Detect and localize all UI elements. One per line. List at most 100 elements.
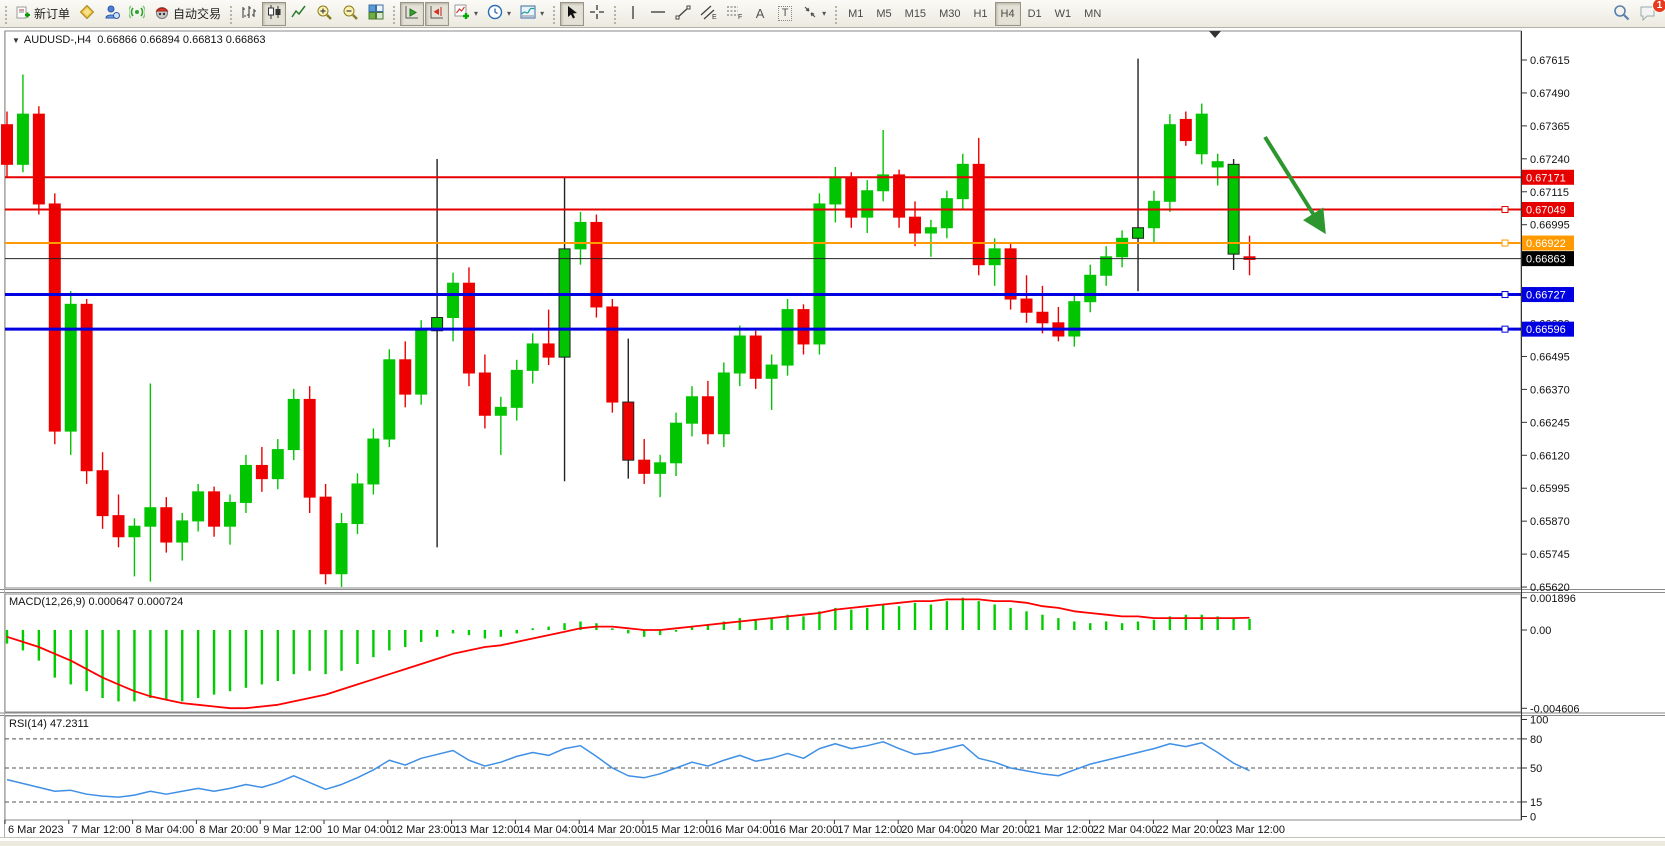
tile-windows-icon: [368, 4, 384, 23]
search-icon: [1613, 4, 1630, 24]
chart-title: ▼AUDUSD-,H4 0.66866 0.66894 0.66813 0.66…: [12, 34, 266, 46]
svg-text:0.66727: 0.66727: [1526, 290, 1566, 302]
fibonacci-tool-button[interactable]: F: [722, 2, 747, 26]
svg-text:0.65995: 0.65995: [1530, 483, 1570, 495]
crosshair-button[interactable]: [585, 2, 609, 26]
svg-text:9 Mar 12:00: 9 Mar 12:00: [263, 824, 322, 836]
community-button[interactable]: [100, 2, 124, 26]
chart-template-button[interactable]: ▾: [516, 2, 548, 26]
auto-scroll-button[interactable]: [400, 2, 424, 26]
clock-icon: [487, 4, 503, 23]
tile-windows-button[interactable]: [364, 2, 388, 26]
toolbar-drag-handle[interactable]: [3, 4, 9, 24]
period-clock-button[interactable]: ▾: [483, 2, 515, 26]
horizontal-line-icon: [650, 5, 666, 22]
svg-text:0.67615: 0.67615: [1530, 55, 1570, 67]
ohlc-values-label: 0.66866 0.66894 0.66813 0.66863: [97, 34, 265, 46]
svg-text:8 Mar 04:00: 8 Mar 04:00: [136, 824, 195, 836]
timeframe-h4-button[interactable]: H4: [995, 2, 1021, 26]
search-button[interactable]: [1609, 2, 1634, 26]
vertical-line-tool-button[interactable]: [621, 2, 645, 26]
horizontal-line-tool-button[interactable]: [646, 2, 670, 26]
fibonacci-icon: F: [726, 4, 743, 23]
svg-text:100: 100: [1530, 715, 1548, 727]
bar-chart-button[interactable]: [237, 2, 261, 26]
svg-text:12 Mar 23:00: 12 Mar 23:00: [391, 824, 456, 836]
toolbar-group-handle[interactable]: [391, 4, 397, 24]
svg-text:80: 80: [1530, 734, 1542, 746]
svg-text:15 Mar 12:00: 15 Mar 12:00: [646, 824, 711, 836]
svg-text:0.66120: 0.66120: [1530, 450, 1570, 462]
window-bottom-edge: [0, 841, 1665, 846]
timeframe-m30-button[interactable]: M30: [933, 2, 966, 26]
toolbar-group-handle[interactable]: [612, 4, 618, 24]
toolbar-group-handle[interactable]: [228, 4, 234, 24]
svg-text:0.66495: 0.66495: [1530, 351, 1570, 363]
svg-text:15: 15: [1530, 797, 1542, 809]
svg-text:20 Mar 04:00: 20 Mar 04:00: [901, 824, 966, 836]
add-indicator-icon: [454, 4, 470, 23]
timeframe-m1-button[interactable]: M1: [842, 2, 869, 26]
chart-window: 0.676150.674900.673650.672400.671150.669…: [0, 28, 1665, 846]
metaeditor-button[interactable]: [75, 2, 99, 26]
svg-text:0.00: 0.00: [1530, 625, 1551, 637]
svg-text:0.66863: 0.66863: [1526, 254, 1566, 266]
trendline-tool-button[interactable]: [671, 2, 695, 26]
collapse-triangle-icon[interactable]: ▼: [12, 36, 20, 45]
timeframe-w1-button[interactable]: W1: [1049, 2, 1078, 26]
svg-text:7 Mar 12:00: 7 Mar 12:00: [72, 824, 131, 836]
add-indicator-button[interactable]: ▾: [450, 2, 482, 26]
timeframe-m5-button[interactable]: M5: [870, 2, 897, 26]
zoom-out-button[interactable]: [338, 2, 363, 26]
text-tool-button[interactable]: A: [748, 2, 772, 26]
timeframe-d1-button[interactable]: D1: [1022, 2, 1048, 26]
svg-text:6 Mar 2023: 6 Mar 2023: [8, 824, 64, 836]
timeframe-mn-button[interactable]: MN: [1078, 2, 1107, 26]
signals-button[interactable]: [125, 2, 149, 26]
svg-text:13 Mar 12:00: 13 Mar 12:00: [455, 824, 520, 836]
zoom-in-button[interactable]: [312, 2, 337, 26]
svg-text:50: 50: [1530, 763, 1542, 775]
chevron-down-icon: ▾: [507, 9, 511, 18]
chart-shift-button[interactable]: [425, 2, 449, 26]
new-order-button[interactable]: 新订单: [12, 2, 74, 26]
trendline-icon: [675, 5, 691, 23]
svg-text:F: F: [738, 14, 742, 20]
new-order-label: 新订单: [34, 5, 70, 22]
svg-text:0.67049: 0.67049: [1526, 204, 1566, 216]
channel-icon: E: [700, 4, 717, 23]
svg-text:0.66995: 0.66995: [1530, 220, 1570, 232]
autotrading-button[interactable]: 自动交易: [150, 2, 225, 26]
timeframe-m15-button[interactable]: M15: [899, 2, 932, 26]
equidistant-channel-tool-button[interactable]: E: [696, 2, 721, 26]
text-label-tool-button[interactable]: T: [773, 2, 797, 26]
rsi-indicator-label: RSI(14) 47.2311: [9, 718, 89, 730]
metaeditor-icon: [79, 4, 95, 23]
autotrading-label: 自动交易: [173, 5, 221, 22]
svg-text:16 Mar 04:00: 16 Mar 04:00: [710, 824, 775, 836]
arrows-tool-button[interactable]: ▾: [798, 2, 830, 26]
chart-shift-icon: [429, 4, 445, 23]
svg-text:E: E: [712, 14, 717, 20]
chart-canvas[interactable]: 0.676150.674900.673650.672400.671150.669…: [0, 28, 1665, 846]
svg-text:0.66370: 0.66370: [1530, 384, 1570, 396]
cursor-button[interactable]: [560, 2, 584, 26]
candlestick-chart-button[interactable]: [262, 2, 286, 26]
chevron-down-icon: ▾: [474, 9, 478, 18]
bar-chart-icon: [241, 4, 257, 23]
chevron-down-icon: ▾: [540, 9, 544, 18]
svg-text:17 Mar 12:00: 17 Mar 12:00: [837, 824, 902, 836]
text-label-icon: T: [778, 6, 793, 21]
toolbar-group-handle[interactable]: [551, 4, 557, 24]
macd-indicator-label: MACD(12,26,9) 0.000647 0.000724: [9, 596, 183, 608]
line-chart-button[interactable]: [287, 2, 311, 26]
toolbar-group-handle[interactable]: [833, 4, 839, 24]
svg-text:0.67115: 0.67115: [1530, 187, 1569, 199]
auto-scroll-icon: [404, 4, 420, 23]
svg-text:0.67240: 0.67240: [1530, 154, 1570, 166]
timeframe-h1-button[interactable]: H1: [967, 2, 993, 26]
svg-text:0.001896: 0.001896: [1530, 593, 1576, 605]
svg-text:0.65745: 0.65745: [1530, 549, 1570, 561]
cursor-arrow-icon: [565, 5, 580, 23]
svg-text:22 Mar 20:00: 22 Mar 20:00: [1156, 824, 1221, 836]
